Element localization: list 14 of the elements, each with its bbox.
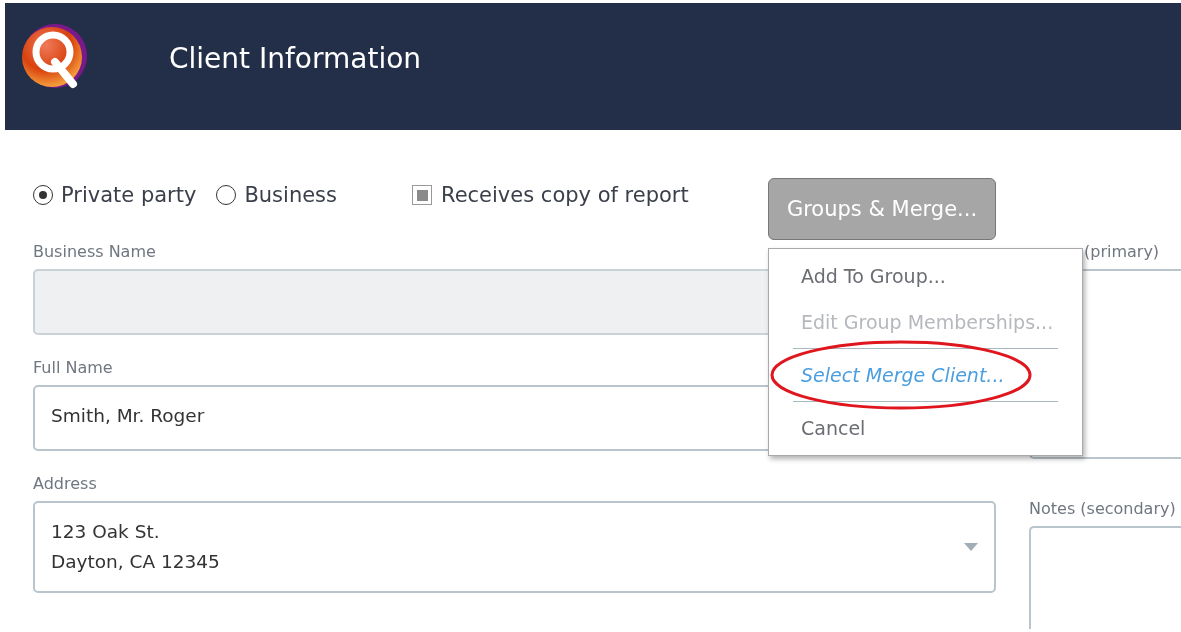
input-field[interactable]: 123 Oak St. Dayton, CA 12345 — [33, 501, 996, 593]
page-title: Client Information — [169, 42, 422, 75]
checkbox-icon[interactable] — [412, 185, 432, 205]
dropdown-caret-icon[interactable] — [964, 543, 978, 551]
field-label: Address — [33, 474, 97, 493]
notes-field[interactable] — [1029, 526, 1181, 629]
radio-option[interactable]: Private party — [33, 183, 197, 207]
field-label: Full Name — [33, 358, 113, 377]
menu-item[interactable]: Add To Group... — [769, 253, 1082, 299]
receives-copy-checkbox[interactable]: Receives copy of report — [412, 183, 689, 207]
field-label: (primary) — [1084, 242, 1160, 261]
radio-option[interactable]: Business — [216, 183, 337, 207]
field-label: Notes (secondary) — [1029, 499, 1176, 518]
field-label: Business Name — [33, 242, 156, 261]
